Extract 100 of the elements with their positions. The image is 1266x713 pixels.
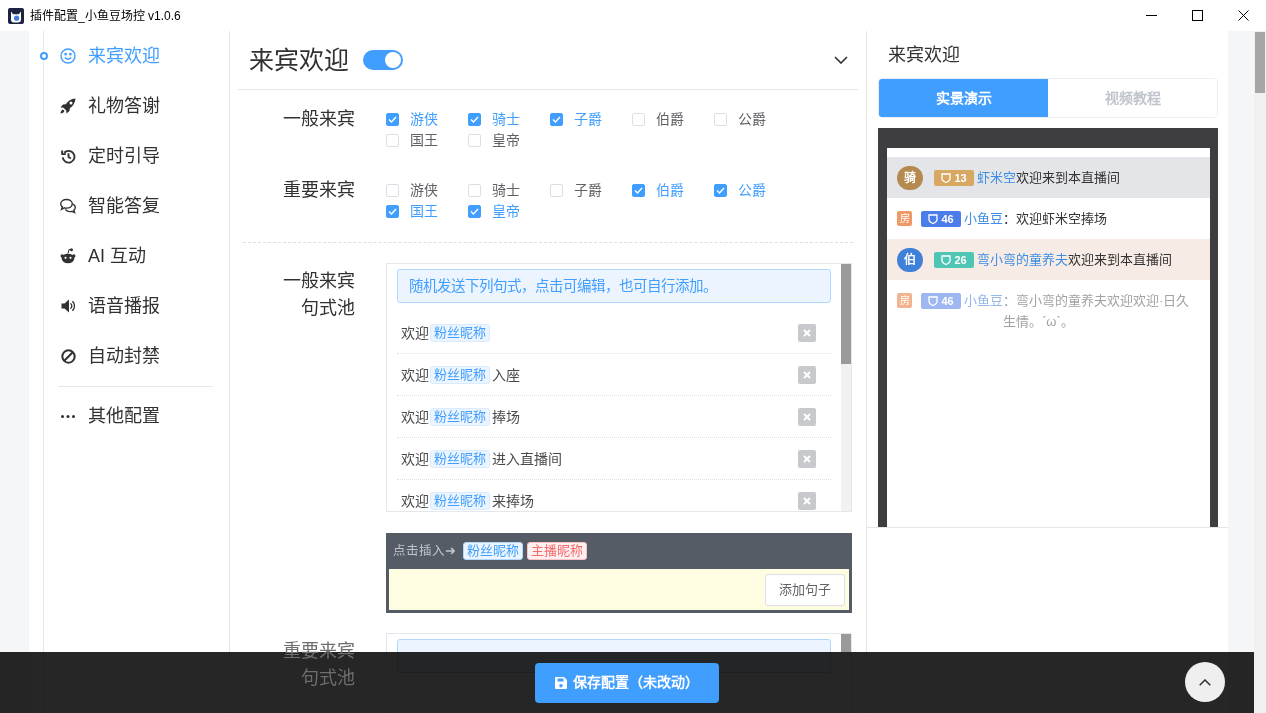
sidebar-item[interactable]: 定时引导 [29, 131, 229, 181]
ellipsis-icon [61, 414, 75, 418]
checkbox[interactable] [386, 113, 399, 126]
shield-icon [941, 254, 952, 265]
message-text: ：欢迎虾米空捧场 [1003, 210, 1107, 228]
checkmark-icon [470, 208, 479, 215]
checkmark-icon [634, 187, 643, 194]
medal-level: 26 [954, 252, 967, 267]
panel-title: 来宾欢迎 [887, 44, 961, 67]
collapse-button[interactable] [834, 56, 848, 64]
smiley-icon [60, 48, 76, 64]
delete-button[interactable] [798, 365, 816, 384]
sidebar-item[interactable]: 其他配置 [29, 391, 229, 441]
sentence-text[interactable]: 捧场 [492, 406, 520, 427]
sentence-text[interactable]: 入座 [492, 364, 520, 385]
minimize-icon [1145, 15, 1157, 16]
checkbox-label[interactable]: 国王 [410, 130, 438, 151]
scrollbar[interactable] [841, 264, 851, 511]
sentence-text[interactable]: 欢迎 [401, 364, 429, 385]
checkbox[interactable] [714, 184, 727, 197]
checkbox-label[interactable]: 皇帝 [492, 130, 520, 151]
robot-icon [60, 248, 76, 264]
group-label: 重要来宾 [282, 180, 355, 202]
save-icon [555, 676, 567, 689]
noble-emblem: 骑 [897, 165, 923, 190]
checkmark-icon [552, 116, 561, 123]
room-badge: 房 [897, 211, 912, 226]
group-label: 一般来宾 [282, 109, 355, 131]
sentence-text[interactable]: 进入直播间 [492, 448, 562, 469]
insert-prompt: 点击插入➜ [393, 543, 456, 560]
delete-button[interactable] [798, 407, 816, 426]
scrollbar[interactable] [1254, 31, 1266, 713]
room-badge: 房 [897, 293, 912, 308]
section-title: 来宾欢迎 [249, 45, 349, 76]
scrollbar-thumb[interactable] [841, 634, 851, 652]
delete-button[interactable] [798, 449, 816, 468]
sidebar-item[interactable]: 语音播报 [29, 281, 229, 331]
checkbox-label[interactable]: 子爵 [574, 180, 602, 201]
prohibited-icon [60, 348, 76, 364]
checkmark-icon [716, 187, 725, 194]
username: 弯小弯的童养夫 [977, 251, 1068, 269]
selected-dot-icon [40, 52, 48, 60]
sentence-text[interactable]: 欢迎 [401, 448, 429, 469]
checkbox[interactable] [632, 184, 645, 197]
shield-icon [928, 213, 939, 224]
checkmark-icon [470, 116, 479, 123]
close-icon [803, 370, 811, 379]
app-logo-icon [8, 7, 24, 24]
sentence-input-field[interactable]: 添加句子 [389, 569, 849, 610]
medal-level: 13 [954, 170, 967, 185]
sentence-text[interactable]: 欢迎 [401, 490, 429, 511]
rocket-icon [60, 98, 76, 114]
sentence-text[interactable]: 来捧场 [492, 490, 534, 511]
medal-level: 46 [941, 293, 954, 308]
speaker-icon [61, 298, 75, 314]
checkbox-label[interactable]: 游侠 [410, 180, 438, 201]
pool-label: 一般来宾句式池 [282, 270, 355, 320]
chat-bubbles-icon [60, 198, 76, 214]
sidebar-item[interactable]: 自动封禁 [29, 331, 229, 381]
close-icon [803, 496, 811, 505]
close-icon [1237, 10, 1249, 21]
sidebar-item[interactable]: 智能答复 [29, 181, 229, 231]
shield-icon [941, 172, 952, 183]
chevron-up-icon [1199, 678, 1211, 686]
message-text: ：弯小弯的童养夫欢迎欢迎·日久生情。ˊωˋ。 [1003, 292, 1191, 331]
add-sentence-button[interactable]: 添加句子 [765, 573, 845, 606]
close-icon [803, 454, 811, 463]
checkmark-icon [388, 116, 397, 123]
hint-text: 随机发送下列句式，点击可编辑，也可自行添加。 [409, 277, 717, 296]
checkbox[interactable] [468, 113, 481, 126]
checkbox[interactable] [468, 205, 481, 218]
delete-button[interactable] [798, 323, 816, 342]
toggle-switch[interactable] [363, 50, 403, 70]
noble-emblem: 伯 [897, 247, 923, 272]
sidebar-item[interactable]: 礼物答谢 [29, 81, 229, 131]
scrollbar-thumb[interactable] [1255, 32, 1265, 93]
close-icon [803, 328, 811, 337]
username: 小鱼豆 [964, 292, 1003, 310]
scroll-top-button[interactable] [1185, 662, 1225, 702]
shield-icon [928, 295, 939, 306]
checkbox-label[interactable]: 伯爵 [656, 109, 684, 130]
sidebar-item[interactable]: AI 互动 [29, 231, 229, 281]
delete-button[interactable] [798, 491, 816, 510]
message-text: 欢迎来到本直播间 [1068, 251, 1172, 269]
window-title: 插件配置_小鱼豆场控 v1.0.6 [30, 7, 181, 24]
message-text: 欢迎来到本直播间 [1016, 169, 1120, 187]
chevron-down-icon [834, 56, 848, 64]
checkbox-label[interactable]: 骑士 [492, 180, 520, 201]
username: 虾米空 [977, 169, 1016, 187]
checkbox[interactable] [550, 113, 563, 126]
sentence-text[interactable]: 欢迎 [401, 322, 429, 343]
medal-level: 46 [941, 211, 954, 226]
checkbox-label[interactable]: 公爵 [738, 109, 766, 130]
sentence-text[interactable]: 欢迎 [401, 406, 429, 427]
maximize-icon [1191, 10, 1203, 21]
username: 小鱼豆 [964, 210, 1003, 228]
scrollbar-thumb[interactable] [841, 264, 851, 364]
close-icon [803, 412, 811, 421]
checkmark-icon [388, 208, 397, 215]
checkbox[interactable] [386, 205, 399, 218]
